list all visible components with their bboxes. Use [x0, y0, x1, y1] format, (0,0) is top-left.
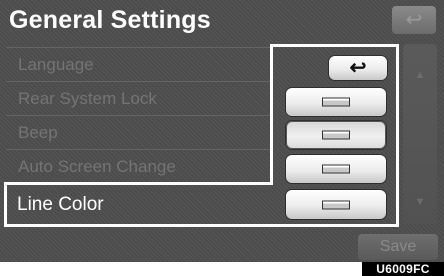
line-color-option-4[interactable] [286, 190, 386, 219]
menu-item-rear-system-lock[interactable]: Rear System Lock [6, 81, 272, 114]
return-arrow-icon: ↩ [349, 57, 367, 79]
selection-frame-item-top [4, 182, 273, 185]
scroll-down-icon[interactable]: ▼ [414, 197, 426, 208]
color-swatch-icon [322, 164, 350, 174]
scroll-up-icon[interactable]: ▲ [414, 70, 426, 81]
selection-frame-top [270, 44, 399, 47]
color-swatch-icon [322, 97, 350, 107]
menu-item-line-color[interactable]: Line Color [7, 185, 273, 224]
panel-back-button[interactable]: ↩ [329, 56, 387, 80]
line-color-option-1[interactable] [286, 88, 386, 116]
figure-code-label: U6009FC [362, 262, 444, 276]
menu-item-language[interactable]: Language [6, 47, 272, 80]
selection-frame-left [270, 44, 273, 185]
line-color-option-2[interactable] [286, 121, 386, 149]
display-screen: General Settings ↩ Language Rear System … [0, 0, 444, 262]
save-button[interactable]: Save [358, 234, 438, 260]
return-arrow-icon: ↩ [405, 9, 423, 31]
top-back-button[interactable]: ↩ [392, 6, 436, 34]
selection-frame-item-left [4, 184, 7, 227]
selection-frame-bottom [4, 224, 399, 227]
page-title: General Settings [9, 6, 211, 34]
color-swatch-icon [322, 130, 350, 140]
menu-item-auto-screen-change[interactable]: Auto Screen Change [6, 149, 272, 182]
selection-frame-right [396, 44, 399, 227]
color-swatch-icon [322, 200, 350, 209]
line-color-option-3[interactable] [286, 155, 386, 183]
menu-item-beep[interactable]: Beep [6, 115, 272, 148]
